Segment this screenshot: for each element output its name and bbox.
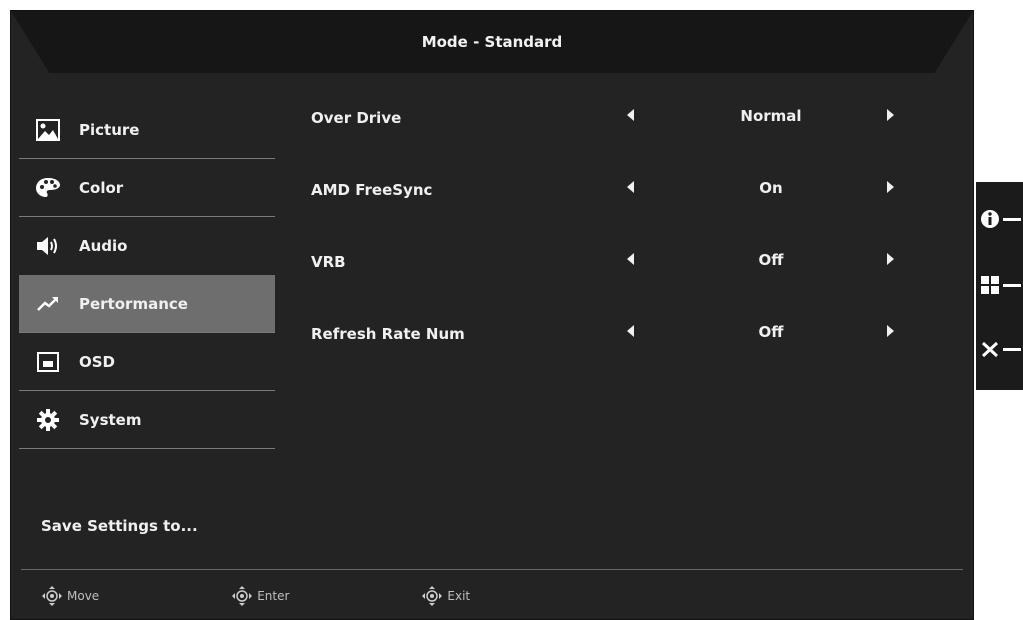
arrow-right-icon[interactable] (887, 325, 894, 337)
setting-row-vrb[interactable]: VRB Off (311, 245, 931, 317)
hint-label: Enter (257, 589, 290, 603)
hotkey-panel (976, 182, 1023, 390)
settings-panel: Over Drive Normal AMD FreeSync On VRB Of… (311, 101, 931, 389)
footer-hints: Move Enter Exit (41, 585, 602, 607)
osd-window: Mode - Standard Picture Color Audio Pert… (10, 10, 974, 620)
footer-divider (21, 569, 963, 570)
arrow-right-icon[interactable] (887, 181, 894, 193)
setting-value: Normal (740, 107, 802, 125)
sidebar-item-label: Audio (79, 237, 128, 255)
osd-icon (35, 349, 61, 375)
sidebar-item-label: Color (79, 178, 124, 197)
setting-value: Off (758, 323, 784, 341)
gear-icon (35, 407, 61, 433)
close-icon (981, 341, 999, 358)
setting-label: AMD FreeSync (311, 181, 433, 199)
setting-label: Over Drive (311, 109, 402, 127)
arrow-left-icon[interactable] (627, 253, 634, 265)
sidebar-item-label: OSD (79, 352, 116, 371)
hint-enter: Enter (231, 585, 289, 607)
setting-value: Off (758, 251, 784, 269)
sidebar-item-label: System (79, 410, 142, 429)
joystick-icon (422, 586, 443, 606)
speaker-icon (35, 233, 61, 259)
joystick-icon (232, 586, 253, 606)
mode-title: Mode - Standard (421, 33, 563, 51)
close-button[interactable] (980, 334, 1023, 364)
setting-row-over-drive[interactable]: Over Drive Normal (311, 101, 931, 173)
info-button[interactable] (980, 204, 1023, 234)
hint-move: Move (41, 585, 99, 607)
hint-exit: Exit (421, 585, 470, 607)
palette-icon (35, 175, 61, 201)
grid-icon (981, 276, 999, 294)
hotkey-line (1003, 347, 1021, 351)
setting-row-amd-freesync[interactable]: AMD FreeSync On (311, 173, 931, 245)
arrow-right-icon[interactable] (887, 253, 894, 265)
sidebar-item-audio[interactable]: Audio (19, 217, 275, 275)
sidebar-item-osd[interactable]: OSD (19, 333, 275, 391)
setting-label: VRB (311, 253, 346, 271)
arrow-left-icon[interactable] (627, 325, 634, 337)
save-settings-button[interactable]: Save Settings to... (41, 517, 198, 535)
sidebar-item-performance[interactable]: Pertormance (19, 275, 275, 333)
sidebar-menu: Picture Color Audio Pertormance OSD Syst… (19, 101, 275, 449)
sidebar-item-label: Pertormance (79, 294, 188, 313)
sidebar-item-label: Picture (79, 120, 140, 139)
info-icon (981, 210, 999, 228)
menu-button[interactable] (980, 270, 1023, 300)
hint-label: Move (67, 589, 100, 603)
setting-row-refresh-rate-num[interactable]: Refresh Rate Num Off (311, 317, 931, 389)
hotkey-line (1003, 283, 1021, 287)
arrow-left-icon[interactable] (627, 181, 634, 193)
sidebar-item-picture[interactable]: Picture (19, 101, 275, 159)
picture-icon (35, 117, 61, 143)
joystick-icon (42, 586, 62, 606)
sidebar-item-system[interactable]: System (19, 391, 275, 449)
hotkey-line (1003, 217, 1021, 221)
setting-label: Refresh Rate Num (311, 325, 465, 343)
sidebar-item-color[interactable]: Color (19, 159, 275, 217)
hint-label: Exit (447, 589, 471, 603)
setting-value: On (759, 179, 783, 197)
performance-icon (35, 291, 61, 317)
arrow-left-icon[interactable] (627, 109, 634, 121)
arrow-right-icon[interactable] (887, 109, 894, 121)
